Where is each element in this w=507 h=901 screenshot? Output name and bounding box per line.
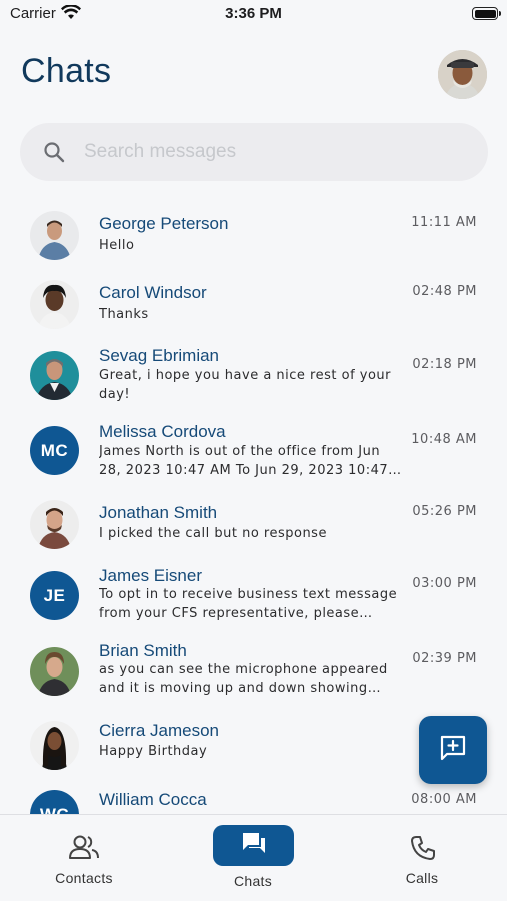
tab-chats[interactable]: Chats	[183, 815, 323, 901]
tab-calls[interactable]: Calls	[352, 815, 492, 901]
search-icon	[42, 140, 66, 169]
tab-contacts[interactable]: Contacts	[14, 815, 154, 901]
tab-label: Calls	[405, 870, 439, 886]
chat-item-melissa-cordova[interactable]: MC Melissa Cordova James North is out of…	[0, 422, 507, 492]
status-bar: Carrier 3:36 PM	[0, 0, 507, 30]
chat-item-carol-windsor[interactable]: Carol Windsor Thanks 02:48 PM	[0, 278, 507, 348]
tab-label: Contacts	[55, 870, 113, 886]
search-input[interactable]	[84, 138, 464, 166]
chat-icon	[241, 831, 267, 860]
avatar	[30, 211, 79, 260]
new-message-icon	[439, 734, 467, 767]
chat-time: 02:18 PM	[412, 357, 477, 372]
chat-preview: Great, i hope you have a nice rest of yo…	[99, 368, 392, 402]
chat-name: Cierra Jameson	[99, 721, 219, 740]
chat-time: 11:11 AM	[411, 215, 477, 230]
chat-time: 03:00 PM	[412, 576, 477, 591]
chat-name: Carol Windsor	[99, 283, 207, 302]
profile-avatar[interactable]	[438, 50, 487, 99]
tab-bar: Contacts Chats Calls	[0, 814, 507, 901]
tab-label: Chats	[233, 873, 273, 889]
chat-name: Jonathan Smith	[99, 503, 218, 522]
chat-item-george-peterson[interactable]: George Peterson Hello 11:11 AM	[0, 209, 507, 279]
status-time: 3:36 PM	[225, 5, 282, 22]
chat-time: 02:39 PM	[412, 651, 477, 666]
chat-item-sevag-ebrimian[interactable]: Sevag Ebrimian Great, i hope you have a …	[0, 346, 507, 416]
chat-preview: To opt in to receive business text messa…	[99, 587, 398, 621]
chat-time: 05:26 PM	[412, 504, 477, 519]
chat-preview: Thanks	[99, 307, 149, 322]
active-tab-indicator	[213, 825, 294, 866]
avatar	[30, 647, 79, 696]
chat-name: George Peterson	[99, 214, 229, 233]
chat-item-jonathan-smith[interactable]: Jonathan Smith I picked the call but no …	[0, 498, 507, 568]
chat-preview: I picked the call but no response	[99, 526, 327, 541]
chat-preview: Happy Birthday	[99, 744, 208, 759]
avatar	[30, 721, 79, 770]
chat-item-william-cocca[interactable]: WC William Cocca 08:00 AM	[0, 788, 507, 814]
new-chat-button[interactable]	[419, 716, 487, 784]
avatar: WC	[30, 790, 79, 814]
chat-item-brian-smith[interactable]: Brian Smith as you can see the microphon…	[0, 641, 507, 711]
avatar: MC	[30, 426, 79, 475]
chat-name: William Cocca	[99, 790, 207, 809]
chat-preview: James North is out of the office from Ju…	[99, 444, 389, 478]
avatar	[30, 351, 79, 400]
chat-time: 08:00 AM	[411, 792, 477, 807]
contacts-icon	[68, 833, 100, 866]
chat-name: Melissa Cordova	[99, 422, 226, 441]
chat-name: James Eisner	[99, 566, 202, 585]
avatar: JE	[30, 571, 79, 620]
battery-icon	[472, 7, 501, 20]
chat-name: Sevag Ebrimian	[99, 346, 220, 365]
chat-item-james-eisner[interactable]: JE James Eisner To opt in to receive bus…	[0, 566, 507, 636]
chat-preview: as you can see the microphone appeared a…	[99, 662, 388, 696]
chat-name: Brian Smith	[99, 641, 187, 660]
chat-time: 02:48 PM	[412, 284, 477, 299]
page-title: Chats	[21, 52, 112, 90]
chat-time: 10:48 AM	[411, 432, 477, 447]
avatar	[30, 280, 79, 329]
chat-preview: Hello	[99, 238, 135, 253]
phone-icon	[410, 835, 436, 866]
avatar	[30, 500, 79, 549]
